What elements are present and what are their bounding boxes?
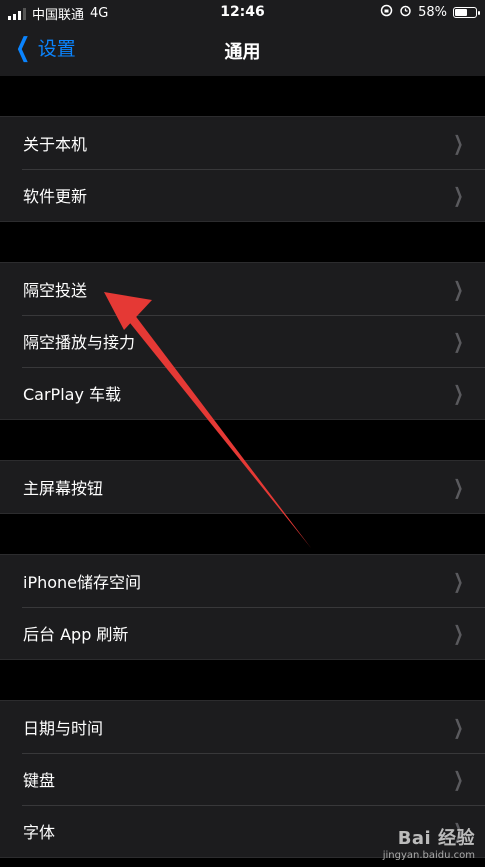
rotation-lock-icon: [380, 4, 393, 21]
chevron-right-icon: ❯: [453, 277, 464, 301]
row-label: CarPlay 车载: [23, 385, 122, 404]
row-label: 日期与时间: [23, 719, 104, 738]
row-software-update[interactable]: 软件更新 ❯: [0, 169, 485, 221]
row-iphone-storage[interactable]: iPhone储存空间 ❯: [0, 555, 485, 607]
status-bar: 中国联通 4G 12:46 58%: [0, 0, 485, 24]
row-carplay[interactable]: CarPlay 车载 ❯: [0, 367, 485, 419]
watermark-logo: Bai 经验: [397, 828, 475, 849]
battery-icon: [453, 7, 480, 18]
chevron-right-icon: ❯: [453, 381, 464, 405]
navigation-bar: ❮ 设置 通用: [0, 24, 485, 76]
row-label: 主屏幕按钮: [23, 479, 104, 498]
chevron-right-icon: ❯: [453, 569, 464, 593]
status-right: 58%: [380, 4, 480, 21]
settings-list: 关于本机 ❯ 软件更新 ❯ 隔空投送 ❯ 隔空播放与接力 ❯ CarPlay 车…: [0, 76, 485, 858]
battery-percent: 58%: [418, 5, 447, 20]
baidu-watermark: Bai 经验 jingyan.baidu.com: [383, 824, 475, 861]
chevron-right-icon: ❯: [453, 183, 464, 207]
row-label: 后台 App 刷新: [23, 625, 129, 644]
row-background-refresh[interactable]: 后台 App 刷新 ❯: [0, 607, 485, 659]
row-home-button[interactable]: 主屏幕按钮 ❯: [0, 461, 485, 513]
watermark-url: jingyan.baidu.com: [382, 850, 475, 861]
settings-group-home-button: 主屏幕按钮 ❯: [0, 460, 485, 514]
row-label: 软件更新: [23, 187, 88, 206]
chevron-right-icon: ❯: [453, 475, 464, 499]
chevron-right-icon: ❯: [453, 621, 464, 645]
row-keyboard[interactable]: 键盘 ❯: [0, 753, 485, 805]
chevron-right-icon: ❯: [453, 329, 464, 353]
settings-group-airdrop: 隔空投送 ❯ 隔空播放与接力 ❯ CarPlay 车载 ❯: [0, 262, 485, 420]
row-date-time[interactable]: 日期与时间 ❯: [0, 701, 485, 753]
row-airplay-handoff[interactable]: 隔空播放与接力 ❯: [0, 315, 485, 367]
settings-group-about: 关于本机 ❯ 软件更新 ❯: [0, 116, 485, 222]
settings-group-storage: iPhone储存空间 ❯ 后台 App 刷新 ❯: [0, 554, 485, 660]
chevron-right-icon: ❯: [453, 715, 464, 739]
chevron-right-icon: ❯: [453, 131, 464, 155]
row-about[interactable]: 关于本机 ❯: [0, 117, 485, 169]
page-title: 通用: [224, 42, 261, 63]
row-airdrop[interactable]: 隔空投送 ❯: [0, 263, 485, 315]
row-label: iPhone储存空间: [23, 573, 142, 592]
row-label: 隔空投送: [23, 281, 88, 300]
alarm-icon: [399, 4, 412, 21]
row-label: 隔空播放与接力: [23, 333, 136, 352]
row-label: 关于本机: [23, 135, 88, 154]
row-label: 键盘: [23, 771, 56, 790]
chevron-right-icon: ❯: [453, 767, 464, 791]
